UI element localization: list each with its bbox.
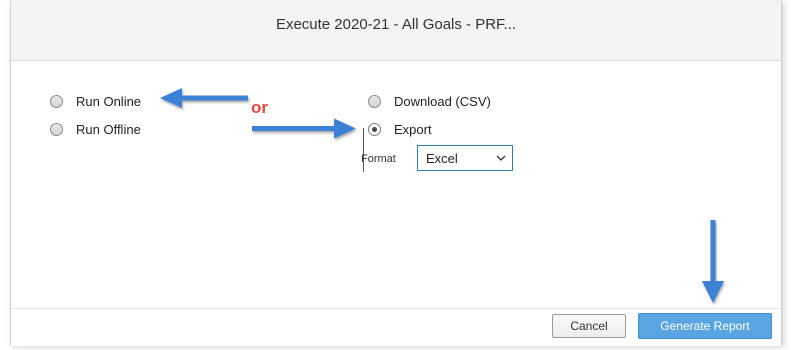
radio-button[interactable] xyxy=(368,94,381,108)
radio-button-selected[interactable] xyxy=(368,122,381,136)
focus-indicator xyxy=(363,128,364,172)
screen: Execute 2020-21 - All Goals - PRF... Run… xyxy=(0,0,791,350)
or-annotation: or xyxy=(251,98,268,117)
format-label: Format xyxy=(361,153,396,165)
execute-report-dialog: Execute 2020-21 - All Goals - PRF... xyxy=(10,0,782,346)
radio-run-offline[interactable]: Run Offline xyxy=(50,120,141,138)
radio-label-export: Export xyxy=(394,121,432,137)
cancel-button[interactable]: Cancel xyxy=(552,314,626,338)
radio-download-csv[interactable]: Download (CSV) xyxy=(368,92,491,110)
radio-button[interactable] xyxy=(50,94,63,108)
format-select[interactable]: Excel xyxy=(417,145,513,171)
dialog-title: Execute 2020-21 - All Goals - PRF... xyxy=(275,15,517,33)
radio-label-run-online: Run Online xyxy=(76,93,142,109)
radio-label-run-offline: Run Offline xyxy=(76,121,141,137)
radio-export[interactable]: Export xyxy=(368,120,432,138)
format-select-value: Excel xyxy=(426,150,458,166)
generate-report-button[interactable]: Generate Report xyxy=(638,313,772,339)
chevron-down-icon[interactable] xyxy=(490,145,512,171)
radio-run-online[interactable]: Run Online xyxy=(50,92,141,110)
dialog-header: Execute 2020-21 - All Goals - PRF... xyxy=(11,0,781,61)
radio-label-download-csv: Download (CSV) xyxy=(394,93,491,109)
radio-button[interactable] xyxy=(50,122,63,136)
